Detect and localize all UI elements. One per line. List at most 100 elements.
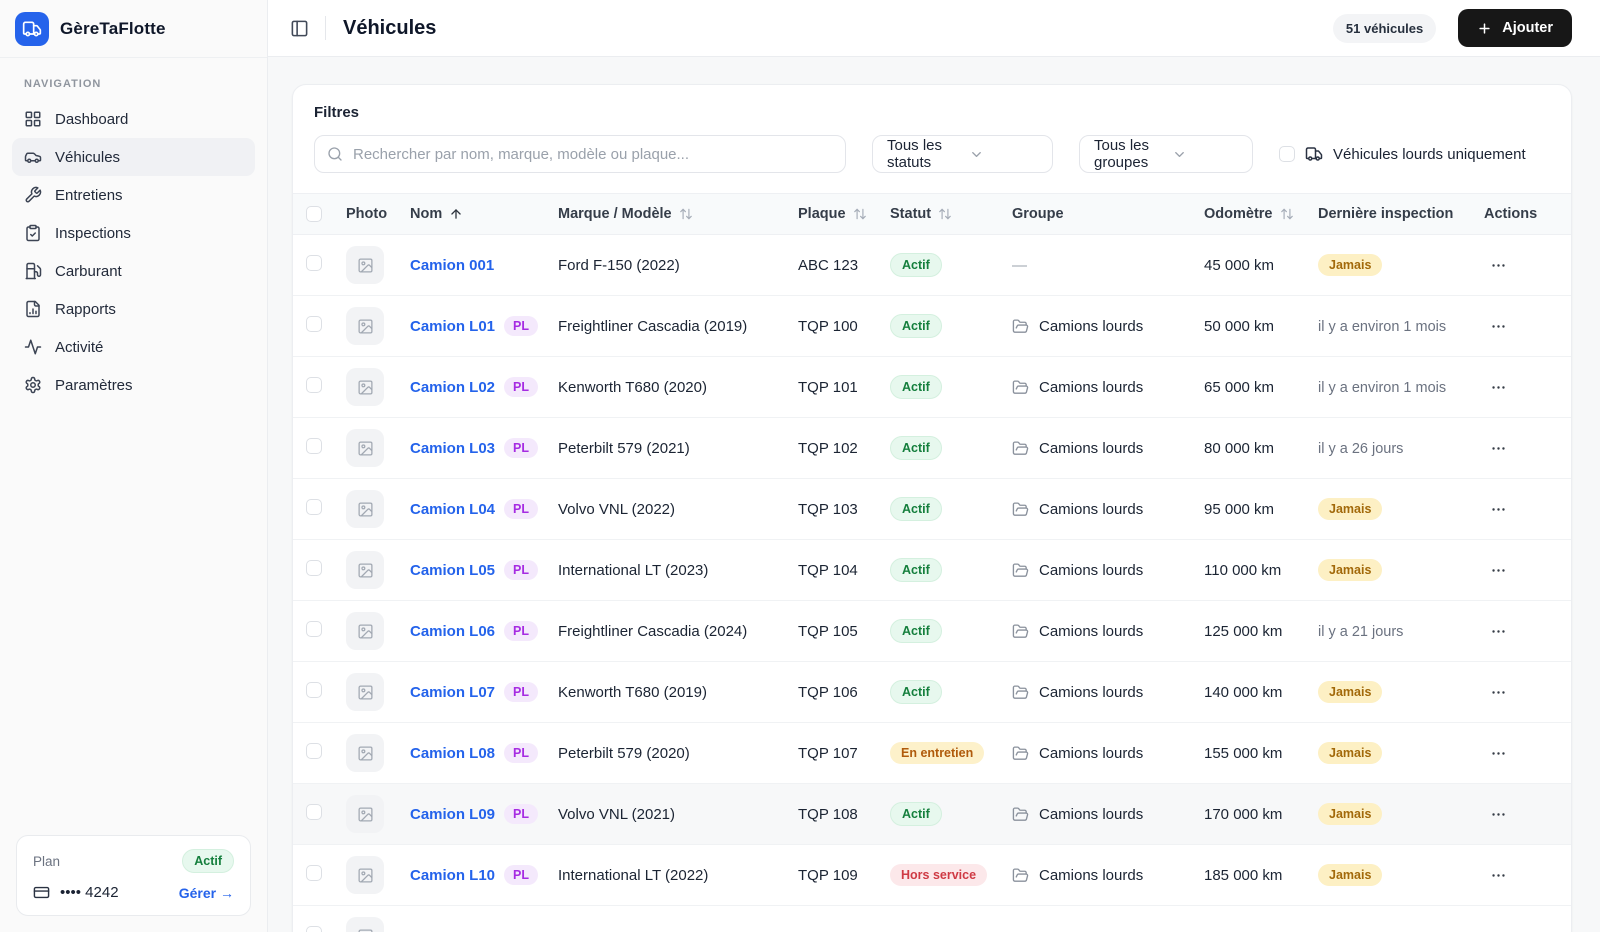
last-inspection-cell: il y a 21 jours bbox=[1318, 623, 1474, 640]
status-filter-select[interactable]: Tous les statuts bbox=[872, 135, 1053, 173]
sidebar-item-rapports[interactable]: Rapports bbox=[12, 290, 255, 328]
sidebar-toggle-button[interactable] bbox=[282, 11, 316, 45]
column-name[interactable]: Nom bbox=[410, 206, 558, 222]
vehicle-group-cell: Camions lourds bbox=[1012, 501, 1204, 518]
vehicle-name-link[interactable]: Camion L04 bbox=[410, 501, 495, 518]
add-vehicle-button[interactable]: Ajouter bbox=[1458, 9, 1572, 47]
row-checkbox[interactable] bbox=[306, 926, 322, 932]
vehicle-name-link[interactable]: Camion L09 bbox=[410, 806, 495, 823]
vehicle-name-link[interactable]: Camion L06 bbox=[410, 623, 495, 640]
sort-icon bbox=[938, 207, 952, 221]
row-checkbox[interactable] bbox=[306, 316, 322, 332]
sidebar-item-label: Carburant bbox=[55, 262, 122, 280]
column-status[interactable]: Statut bbox=[890, 206, 1012, 222]
table-row[interactable]: Camion L09 PL Volvo VNL (2021) TQP 108 Ac… bbox=[293, 784, 1571, 845]
row-actions-button[interactable] bbox=[1484, 678, 1513, 707]
last-inspection-value: Jamais bbox=[1318, 498, 1383, 520]
row-checkbox[interactable] bbox=[306, 377, 322, 393]
search-input[interactable] bbox=[353, 145, 833, 163]
column-odometer[interactable]: Odomètre bbox=[1204, 206, 1318, 222]
heavy-vehicle-badge: PL bbox=[504, 316, 539, 336]
vehicle-name-link[interactable]: Camion L08 bbox=[410, 745, 495, 762]
row-actions-button[interactable] bbox=[1484, 739, 1513, 768]
heavy-only-checkbox[interactable] bbox=[1279, 146, 1295, 162]
vehicle-plate: TQP 109 bbox=[798, 866, 858, 884]
ellipsis-icon bbox=[1490, 806, 1507, 823]
vehicle-name-link[interactable]: Camion L05 bbox=[410, 562, 495, 579]
column-plate[interactable]: Plaque bbox=[798, 206, 890, 222]
fuel-icon bbox=[24, 262, 42, 280]
last-inspection-cell: Jamais bbox=[1318, 864, 1474, 886]
row-actions-button[interactable] bbox=[1484, 861, 1513, 890]
row-actions-button[interactable] bbox=[1484, 556, 1513, 585]
sidebar-item-entretiens[interactable]: Entretiens bbox=[12, 176, 255, 214]
status-badge: Actif bbox=[890, 314, 942, 338]
vehicle-name-link[interactable]: Camion 001 bbox=[410, 257, 494, 274]
row-checkbox[interactable] bbox=[306, 804, 322, 820]
content: Filtres Tous les statuts Tous les groupe… bbox=[268, 57, 1600, 932]
row-actions-button[interactable] bbox=[1484, 434, 1513, 463]
sidebar-item-carburant[interactable]: Carburant bbox=[12, 252, 255, 290]
select-all-checkbox[interactable] bbox=[306, 206, 322, 222]
vehicle-name-link[interactable]: Camion L02 bbox=[410, 379, 495, 396]
table-row[interactable]: Camion L03 PL Peterbilt 579 (2021) TQP 10… bbox=[293, 418, 1571, 479]
sidebar-nav-list: Dashboard Véhicules Entretiens Inspectio… bbox=[12, 100, 255, 404]
row-actions-button[interactable] bbox=[1484, 373, 1513, 402]
row-actions-button[interactable] bbox=[1484, 495, 1513, 524]
row-checkbox[interactable] bbox=[306, 560, 322, 576]
group-filter-select[interactable]: Tous les groupes bbox=[1079, 135, 1253, 173]
row-actions-button[interactable] bbox=[1484, 312, 1513, 341]
sidebar-item-label: Dashboard bbox=[55, 110, 129, 128]
row-checkbox[interactable] bbox=[306, 743, 322, 759]
inspections-icon bbox=[24, 224, 42, 242]
image-icon bbox=[357, 806, 374, 823]
sidebar-item-inspections[interactable]: Inspections bbox=[12, 214, 255, 252]
heavy-vehicle-badge: PL bbox=[504, 377, 539, 397]
vehicle-status-cell: En entretien bbox=[890, 742, 1012, 764]
panel-left-icon bbox=[290, 19, 309, 38]
status-badge: Actif bbox=[890, 558, 942, 582]
table-row[interactable]: Camion 001 Ford F-150 (2022) ABC 123 Act… bbox=[293, 235, 1571, 296]
vehicles-icon bbox=[24, 148, 42, 166]
plan-card-digits: •••• 4242 bbox=[60, 884, 119, 901]
brand-name: GèreTaFlotte bbox=[60, 18, 166, 38]
column-model[interactable]: Marque / Modèle bbox=[558, 206, 798, 222]
table-row[interactable]: Camion L07 PL Kenworth T680 (2019) TQP 10… bbox=[293, 662, 1571, 723]
row-checkbox[interactable] bbox=[306, 255, 322, 271]
plan-manage-link[interactable]: Gérer → bbox=[179, 885, 234, 901]
row-actions-button[interactable] bbox=[1484, 617, 1513, 646]
row-checkbox[interactable] bbox=[306, 499, 322, 515]
table-row[interactable]: Camion L04 PL Volvo VNL (2022) TQP 103 Ac… bbox=[293, 479, 1571, 540]
sidebar-item-vehicules[interactable]: Véhicules bbox=[12, 138, 255, 176]
row-checkbox[interactable] bbox=[306, 621, 322, 637]
table-row[interactable]: Camion L02 PL Kenworth T680 (2020) TQP 10… bbox=[293, 357, 1571, 418]
vehicle-name-link[interactable]: Camion L10 bbox=[410, 867, 495, 884]
folder-icon bbox=[1012, 806, 1029, 823]
row-actions-button[interactable] bbox=[1484, 800, 1513, 829]
vehicle-name-link[interactable]: Camion L03 bbox=[410, 440, 495, 457]
heavy-only-filter[interactable]: Véhicules lourds uniquement bbox=[1279, 145, 1526, 163]
table-row[interactable]: Camion L10 PL International LT (2022) TQP… bbox=[293, 845, 1571, 906]
odometer-value: 80 000 km bbox=[1204, 439, 1275, 457]
row-actions-button[interactable] bbox=[1484, 251, 1513, 280]
vehicle-name-link[interactable]: Camion L07 bbox=[410, 684, 495, 701]
table-row[interactable]: Camion L08 PL Peterbilt 579 (2020) TQP 10… bbox=[293, 723, 1571, 784]
image-icon bbox=[357, 623, 374, 640]
table-row[interactable]: Camion L05 PL International LT (2023) TQP… bbox=[293, 540, 1571, 601]
sidebar-item-parametres[interactable]: Paramètres bbox=[12, 366, 255, 404]
row-checkbox[interactable] bbox=[306, 438, 322, 454]
table-row[interactable] bbox=[293, 906, 1571, 932]
vehicle-name-link[interactable]: Camion L01 bbox=[410, 318, 495, 335]
odometer-value: 185 000 km bbox=[1204, 866, 1283, 884]
vehicle-photo-placeholder bbox=[346, 368, 384, 406]
ellipsis-icon bbox=[1490, 623, 1507, 640]
row-checkbox[interactable] bbox=[306, 682, 322, 698]
odometer-value: 50 000 km bbox=[1204, 317, 1275, 335]
image-icon bbox=[357, 379, 374, 396]
table-row[interactable]: Camion L01 PL Freightliner Cascadia (2019… bbox=[293, 296, 1571, 357]
row-checkbox[interactable] bbox=[306, 865, 322, 881]
sidebar-item-dashboard[interactable]: Dashboard bbox=[12, 100, 255, 138]
table-row[interactable]: Camion L06 PL Freightliner Cascadia (2024… bbox=[293, 601, 1571, 662]
vehicle-plate: TQP 108 bbox=[798, 805, 858, 823]
sidebar-item-activite[interactable]: Activité bbox=[12, 328, 255, 366]
